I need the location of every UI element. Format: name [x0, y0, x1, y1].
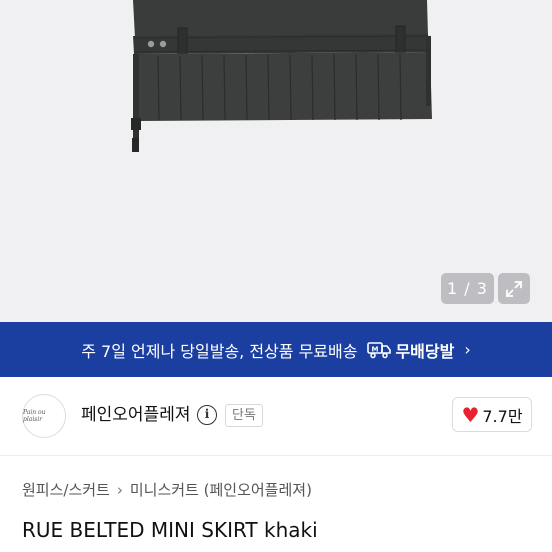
seller-avatar[interactable]: Pain ou plaisir [22, 394, 66, 438]
product-image-gallery[interactable]: 1 / 3 [0, 0, 552, 322]
image-counter: 1 / 3 [441, 273, 494, 304]
breadcrumb: 원피스/스커트 › 미니스커트 (페인오어플레져) [22, 479, 312, 501]
seller-avatar-logo: Pain ou plaisir [23, 409, 46, 423]
section-divider [0, 455, 552, 456]
product-title: RUE BELTED MINI SKIRT khaki [22, 518, 318, 542]
seller-name[interactable]: 페인오어플레져 [81, 402, 190, 428]
truck-icon: M [367, 341, 392, 359]
chevron-right-icon: › [464, 340, 471, 359]
like-button[interactable]: ♥ 7.7만 [452, 397, 532, 432]
breadcrumb-separator: › [116, 481, 123, 499]
svg-text:M: M [372, 345, 379, 353]
shipping-promo-text: 주 7일 언제나 당일발송, 전상품 무료배송 [81, 341, 358, 361]
breadcrumb-item-subcategory[interactable]: 미니스커트 (페인오어플레져) [130, 481, 312, 499]
exclusive-badge: 단독 [225, 404, 263, 427]
heart-icon: ♥ [461, 402, 480, 427]
like-count: 7.7만 [482, 406, 523, 426]
shipping-promo-banner[interactable]: 주 7일 언제나 당일발송, 전상품 무료배송 M 무배당발 › [0, 322, 552, 377]
expand-arrows-icon [506, 280, 522, 297]
shipping-brand-label: 무배당발 [395, 341, 455, 361]
expand-image-button[interactable] [498, 273, 530, 304]
breadcrumb-item-category[interactable]: 원피스/스커트 [22, 481, 110, 499]
seller-row: Pain ou plaisir 페인오어플레져 i 단독 ♥ 7.7만 [0, 377, 552, 455]
info-icon[interactable]: i [197, 405, 217, 425]
